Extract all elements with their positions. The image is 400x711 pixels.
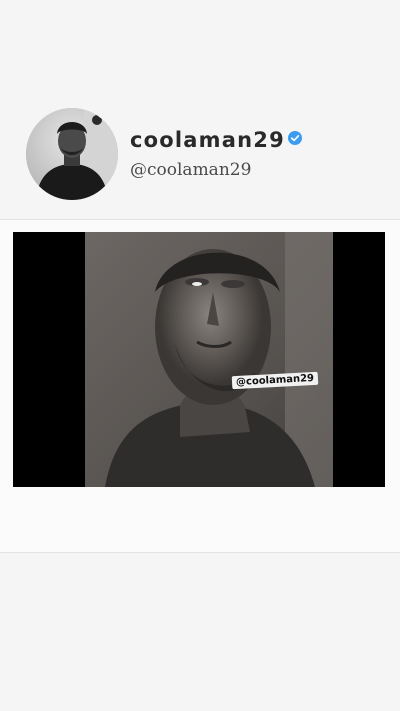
verified-badge-icon (287, 131, 302, 145)
avatar[interactable] (26, 108, 118, 200)
profile-header: coolaman29 @coolaman29 (0, 100, 400, 210)
video-frame-image (85, 232, 333, 487)
username[interactable]: coolaman29 (130, 128, 285, 152)
username-row: coolaman29 (130, 128, 302, 152)
video-player[interactable]: @coolaman29 (13, 232, 385, 487)
divider (0, 552, 400, 553)
handle: @coolaman29 (130, 160, 252, 180)
media-card: @coolaman29 (0, 220, 400, 552)
avatar-photo (26, 108, 118, 200)
post-page: coolaman29 @coolaman29 @coolaman29 (0, 0, 400, 711)
